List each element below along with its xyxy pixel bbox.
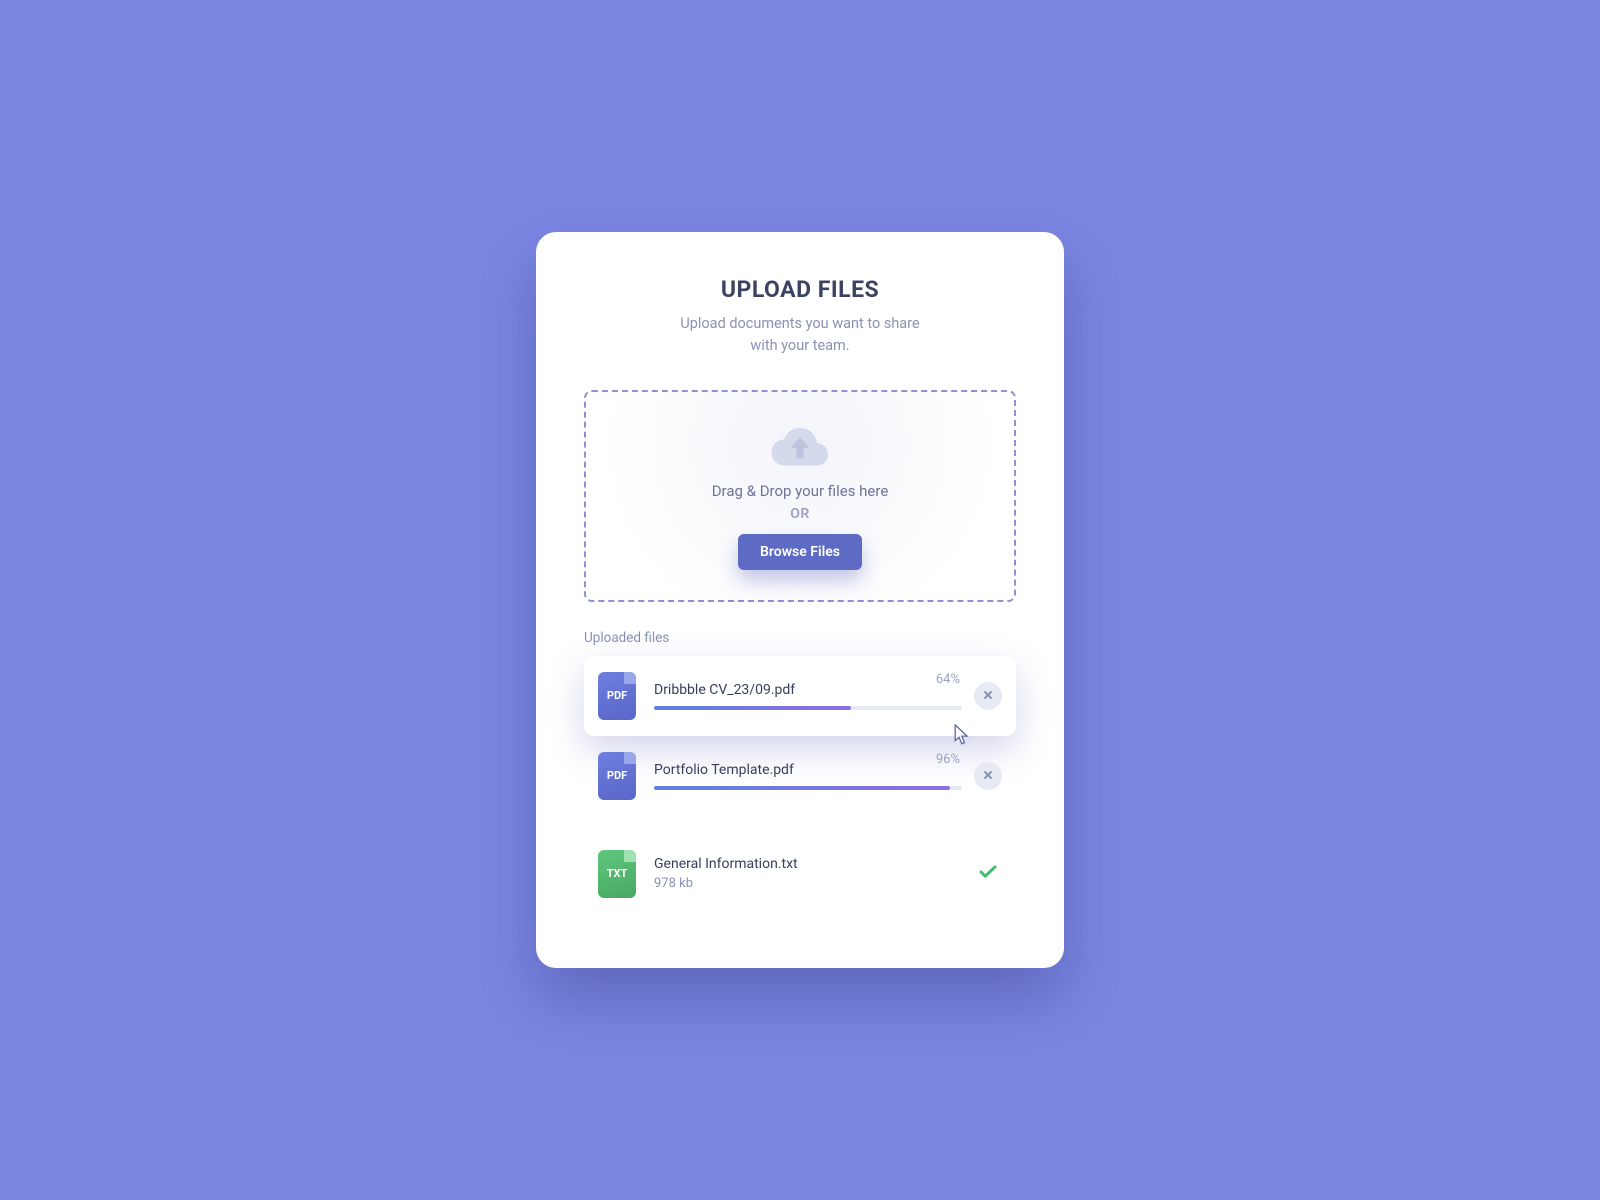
progress-bar	[654, 786, 962, 790]
browse-files-button[interactable]: Browse Files	[738, 534, 862, 570]
file-name: Portfolio Template.pdf	[654, 762, 962, 778]
dropzone-text: Drag & Drop your files here	[712, 482, 889, 500]
progress-percent: 96%	[936, 752, 960, 767]
progress-bar	[654, 706, 962, 710]
file-row: PDF Portfolio Template.pdf 96%	[584, 736, 1016, 816]
cancel-upload-button[interactable]	[974, 682, 1002, 710]
file-size: 978 kb	[654, 876, 962, 891]
close-icon	[983, 770, 993, 780]
file-pdf-icon: PDF	[598, 752, 636, 800]
file-name: General Information.txt	[654, 856, 962, 872]
file-list: PDF Dribbble CV_23/09.pdf 64%	[584, 656, 1016, 914]
file-row: TXT General Information.txt 978 kb	[584, 834, 1016, 914]
file-txt-icon: TXT	[598, 850, 636, 898]
dropzone-or: OR	[790, 506, 810, 522]
file-row: PDF Dribbble CV_23/09.pdf 64%	[584, 656, 1016, 736]
uploaded-files-label: Uploaded files	[584, 630, 1016, 646]
page-title: UPLOAD FILES	[584, 276, 1016, 303]
cancel-upload-button[interactable]	[974, 762, 1002, 790]
progress-percent: 64%	[936, 672, 960, 687]
file-pdf-icon: PDF	[598, 672, 636, 720]
file-name: Dribbble CV_23/09.pdf	[654, 682, 962, 698]
cloud-upload-icon	[770, 420, 830, 470]
dropzone[interactable]: Drag & Drop your files here OR Browse Fi…	[584, 390, 1016, 602]
upload-card: UPLOAD FILES Upload documents you want t…	[536, 232, 1064, 967]
close-icon	[983, 690, 993, 700]
check-icon	[979, 863, 997, 884]
page-subtitle: Upload documents you want to share with …	[584, 313, 1016, 355]
